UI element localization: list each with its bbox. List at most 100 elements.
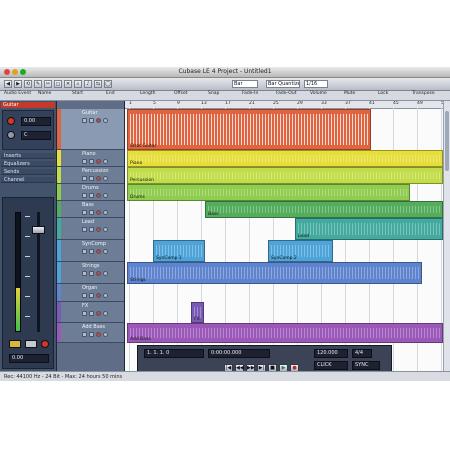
toolbar-tool-button[interactable]: ◀	[4, 80, 12, 88]
track-name[interactable]: Strings	[82, 263, 100, 269]
toolbar-tool-button[interactable]: ♪	[84, 80, 92, 88]
track-header[interactable]: Bass	[57, 201, 124, 218]
track-header[interactable]: Piano	[57, 150, 124, 167]
track-monitor-icon[interactable]	[103, 311, 108, 316]
info-field-label[interactable]: Fade-Out	[276, 91, 296, 101]
info-field-label[interactable]: Offset	[174, 91, 188, 101]
track-record-icon[interactable]	[96, 193, 101, 198]
track-solo-button[interactable]	[89, 271, 94, 276]
track-record-icon[interactable]	[96, 176, 101, 181]
track-monitor-icon[interactable]	[103, 332, 108, 337]
info-field-label[interactable]: Start	[72, 91, 83, 101]
inspector-section-channel[interactable]: Channel	[1, 177, 55, 183]
track-solo-button[interactable]	[89, 159, 94, 164]
snap-type-field[interactable]: Bar	[232, 80, 258, 88]
track-record-icon[interactable]	[96, 227, 101, 232]
track-monitor-icon[interactable]	[103, 176, 108, 181]
track-monitor-icon[interactable]	[103, 159, 108, 164]
vertical-scrollbar[interactable]	[443, 101, 450, 371]
track-mute-button[interactable]	[82, 311, 87, 316]
track-record-icon[interactable]	[96, 210, 101, 215]
fader-record-icon[interactable]	[41, 340, 49, 348]
track-monitor-icon[interactable]	[103, 193, 108, 198]
track-record-icon[interactable]	[96, 118, 101, 123]
vertical-scroll-thumb[interactable]	[445, 111, 449, 171]
toolbar-tool-button[interactable]: ⇆	[94, 80, 102, 88]
track-header[interactable]: FX	[57, 302, 124, 323]
track-name[interactable]: FX	[82, 303, 88, 309]
track-mute-button[interactable]	[82, 159, 87, 164]
toolbar-tool-button[interactable]: ⟲	[24, 80, 32, 88]
record-enable-icon[interactable]	[7, 117, 15, 125]
track-name[interactable]: Add Bass	[82, 324, 105, 330]
info-field-label[interactable]: Audio Event	[4, 91, 31, 101]
audio-event[interactable]: Percussion	[127, 167, 443, 184]
track-name[interactable]: Drums	[82, 185, 99, 191]
track-mute-button[interactable]	[82, 332, 87, 337]
sync-toggle[interactable]: SYNC	[352, 361, 380, 370]
track-monitor-icon[interactable]	[103, 227, 108, 232]
inspector-section-sends[interactable]: Sends	[1, 169, 55, 175]
toolbar-tool-button[interactable]: ◻	[54, 80, 62, 88]
audio-event[interactable]: Lead	[295, 218, 443, 240]
quantize-value-field[interactable]: 1/16	[304, 80, 328, 88]
track-mute-button[interactable]	[82, 227, 87, 232]
track-mute-button[interactable]	[82, 293, 87, 298]
toolbar-tool-button[interactable]: ▶	[14, 80, 22, 88]
inspector-section-inserts[interactable]: Inserts	[1, 153, 55, 159]
track-mute-button[interactable]	[82, 271, 87, 276]
audio-event[interactable]: Strings	[127, 262, 422, 284]
track-name[interactable]: Lead	[82, 219, 94, 225]
monitor-icon[interactable]	[7, 131, 15, 139]
mute-button[interactable]	[9, 340, 21, 348]
inspector-track-name[interactable]: Guitar	[1, 102, 55, 108]
track-name[interactable]: Organ	[82, 285, 97, 291]
info-field-label[interactable]: Transpose	[412, 91, 435, 101]
track-name[interactable]: Bass	[82, 202, 94, 208]
track-solo-button[interactable]	[89, 311, 94, 316]
audio-event[interactable]: Add Bass	[127, 323, 443, 343]
track-solo-button[interactable]	[89, 293, 94, 298]
click-toggle[interactable]: CLICK	[314, 361, 348, 370]
toolbar-tool-button[interactable]: ⌕	[74, 80, 82, 88]
track-solo-button[interactable]	[89, 118, 94, 123]
info-field-label[interactable]: Volume	[310, 91, 327, 101]
info-field-label[interactable]: Fade-In	[242, 91, 258, 101]
quantize-type-field[interactable]: Bar Quantize	[266, 80, 300, 88]
track-solo-button[interactable]	[89, 210, 94, 215]
audio-event[interactable]: Piano	[127, 150, 443, 167]
track-solo-button[interactable]	[89, 227, 94, 232]
audio-event[interactable]: Strat Guitar	[127, 109, 371, 150]
track-solo-button[interactable]	[89, 193, 94, 198]
track-monitor-icon[interactable]	[103, 210, 108, 215]
track-header[interactable]: Drums	[57, 184, 124, 201]
audio-event[interactable]: SynComp 1	[153, 240, 205, 262]
track-monitor-icon[interactable]	[103, 249, 108, 254]
track-header[interactable]: Guitar	[57, 109, 124, 150]
track-record-icon[interactable]	[96, 311, 101, 316]
inspector-section-equalizers[interactable]: Equalizers	[1, 161, 55, 167]
track-header[interactable]: Organ	[57, 284, 124, 302]
timeline-ruler[interactable]: 1591317212529333741454953	[125, 101, 443, 109]
track-record-icon[interactable]	[96, 293, 101, 298]
toolbar-tool-button[interactable]: ✎	[34, 80, 42, 88]
toolbar-tool-button[interactable]: ✂	[44, 80, 52, 88]
audio-event[interactable]: FX	[191, 302, 204, 323]
track-mute-button[interactable]	[82, 249, 87, 254]
track-mute-button[interactable]	[82, 118, 87, 123]
track-header[interactable]: Add Bass	[57, 323, 124, 343]
track-monitor-icon[interactable]	[103, 118, 108, 123]
audio-event[interactable]: SynComp 2	[268, 240, 333, 262]
track-name[interactable]: Piano	[82, 151, 96, 157]
info-field-label[interactable]: Snap	[208, 91, 219, 101]
audio-event[interactable]: Drums	[127, 184, 410, 201]
track-mute-button[interactable]	[82, 210, 87, 215]
track-mute-button[interactable]	[82, 176, 87, 181]
event-display[interactable]: 1591317212529333741454953 Strat GuitarPi…	[125, 101, 443, 371]
track-header[interactable]: Strings	[57, 262, 124, 284]
audio-event[interactable]: Bass	[205, 201, 443, 218]
track-name[interactable]: SynComp	[82, 241, 106, 247]
toolbar-tool-button[interactable]: ✕	[64, 80, 72, 88]
track-solo-button[interactable]	[89, 332, 94, 337]
track-record-icon[interactable]	[96, 271, 101, 276]
